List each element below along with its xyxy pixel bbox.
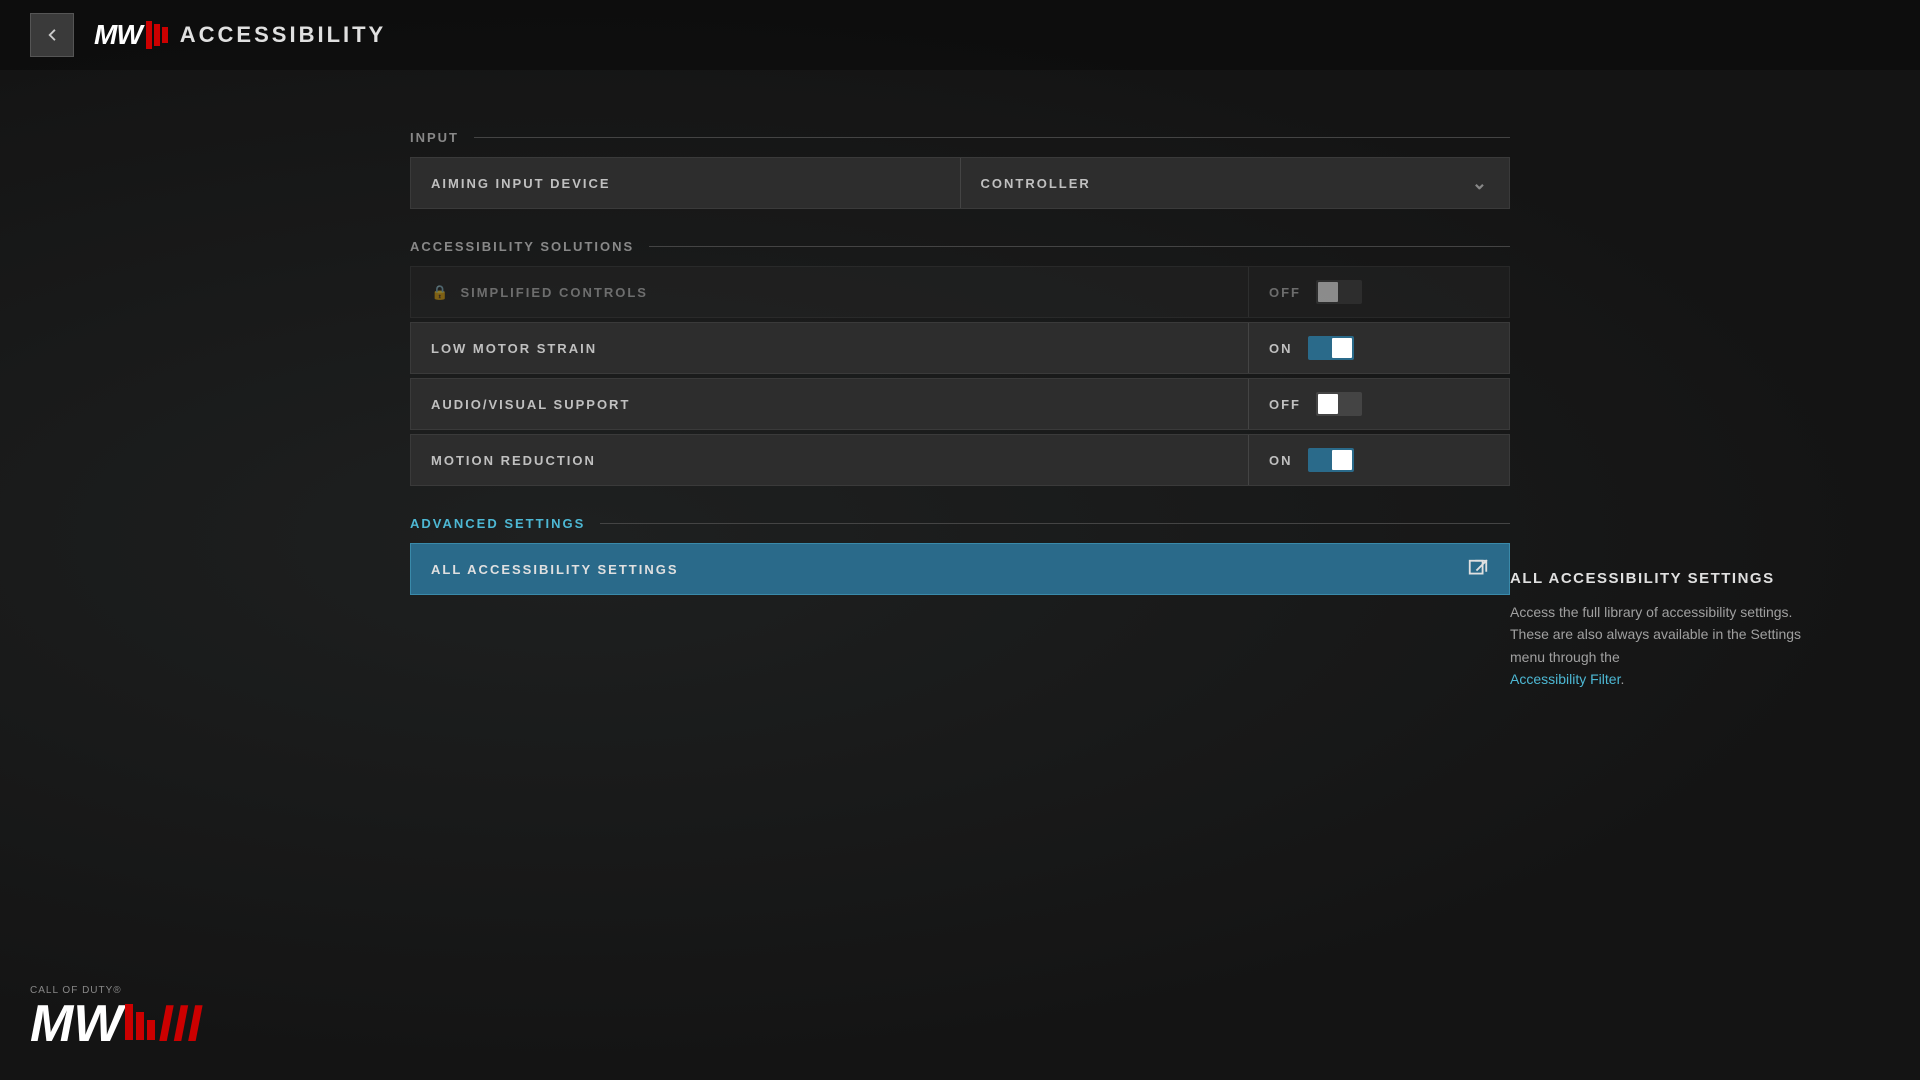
aiming-input-device-value[interactable]: CONTROLLER ⌄ [961,173,1510,194]
accessibility-solutions-line [649,246,1510,247]
mw-bar-1 [146,21,152,49]
low-motor-strain-toggle[interactable] [1308,336,1354,360]
low-motor-strain-value[interactable]: ON [1249,336,1509,360]
mw-logo-text: MW [94,19,142,51]
simplified-controls-toggle [1316,280,1362,304]
logo-area: MW ACCESSIBILITY [94,19,386,51]
info-panel-title: ALL ACCESSIBILITY SETTINGS [1510,570,1820,587]
toggle-knob [1332,338,1352,358]
motion-reduction-row[interactable]: MOTION REDUCTION ON [410,434,1510,486]
back-icon [43,26,61,44]
advanced-settings-section: ADVANCED SETTINGS ALL ACCESSIBILITY SETT… [410,516,1510,595]
advanced-settings-line [600,523,1510,524]
aiming-input-device-current: CONTROLLER [981,176,1091,191]
motion-reduction-toggle[interactable] [1308,448,1354,472]
audio-visual-support-toggle[interactable] [1316,392,1362,416]
input-section: INPUT AIMING INPUT DEVICE CONTROLLER ⌄ [410,130,1510,209]
mwiii-iii-text: III [158,998,201,1050]
mwiii-bar-2 [136,1012,144,1040]
toggle-knob [1332,450,1352,470]
advanced-settings-label: ADVANCED SETTINGS [410,516,585,531]
motion-reduction-value[interactable]: ON [1249,448,1509,472]
accessibility-filter-link[interactable]: Accessibility Filter [1510,671,1620,687]
info-panel-body: Access the full library of accessibility… [1510,601,1820,691]
mwiii-bar-3 [147,1020,155,1040]
external-link-icon [1249,558,1509,580]
input-section-header: INPUT [410,130,1510,145]
input-section-label: INPUT [410,130,459,145]
simplified-controls-label: 🔒 SIMPLIFIED CONTROLS [411,284,1248,301]
motion-reduction-label: MOTION REDUCTION [411,453,1248,468]
info-panel: ALL ACCESSIBILITY SETTINGS Access the fu… [1510,570,1820,691]
mw-logo: MW [94,19,168,51]
advanced-settings-header: ADVANCED SETTINGS [410,516,1510,531]
accessibility-solutions-label: ACCESSIBILITY SOLUTIONS [410,239,634,254]
low-motor-strain-row[interactable]: LOW MOTOR STRAIN ON [410,322,1510,374]
info-panel-suffix: . [1620,671,1624,687]
aiming-input-device-row[interactable]: AIMING INPUT DEVICE CONTROLLER ⌄ [410,157,1510,209]
simplified-controls-status: OFF [1269,285,1301,300]
back-button[interactable] [30,13,74,57]
simplified-controls-value: OFF [1249,280,1509,304]
all-accessibility-settings-row[interactable]: ALL ACCESSIBILITY SETTINGS [410,543,1510,595]
aiming-input-device-label: AIMING INPUT DEVICE [411,176,960,191]
mwiii-bars [125,1004,155,1044]
lock-icon: 🔒 [431,284,450,301]
audio-visual-support-label: AUDIO/VISUAL SUPPORT [411,397,1248,412]
simplified-controls-row: 🔒 SIMPLIFIED CONTROLS OFF [410,266,1510,318]
mwiii-logo: MW III [30,998,202,1050]
mw-bar-2 [154,24,160,46]
input-section-line [474,137,1510,138]
audio-visual-support-status: OFF [1269,397,1301,412]
low-motor-strain-status: ON [1269,341,1293,356]
low-motor-strain-label: LOW MOTOR STRAIN [411,341,1248,356]
mw-logo-bars [146,21,168,49]
audio-visual-support-row[interactable]: AUDIO/VISUAL SUPPORT OFF [410,378,1510,430]
toggle-knob [1318,282,1338,302]
toggle-knob [1318,394,1338,414]
mwiii-bar-1 [125,1004,133,1040]
info-panel-body-text: Access the full library of accessibility… [1510,604,1801,665]
chevron-down-icon: ⌄ [1472,173,1489,194]
motion-reduction-status: ON [1269,453,1293,468]
header: MW ACCESSIBILITY [0,0,1920,70]
audio-visual-support-value[interactable]: OFF [1249,392,1509,416]
page-title: ACCESSIBILITY [180,22,386,48]
mw-bar-3 [162,27,168,43]
accessibility-solutions-header: ACCESSIBILITY SOLUTIONS [410,239,1510,254]
accessibility-solutions-section: ACCESSIBILITY SOLUTIONS 🔒 SIMPLIFIED CON… [410,239,1510,486]
all-accessibility-settings-label: ALL ACCESSIBILITY SETTINGS [411,562,1249,577]
mwiii-mw-text: MW [30,998,122,1050]
bottom-logo: CALL OF DUTY® MW III [30,985,202,1050]
